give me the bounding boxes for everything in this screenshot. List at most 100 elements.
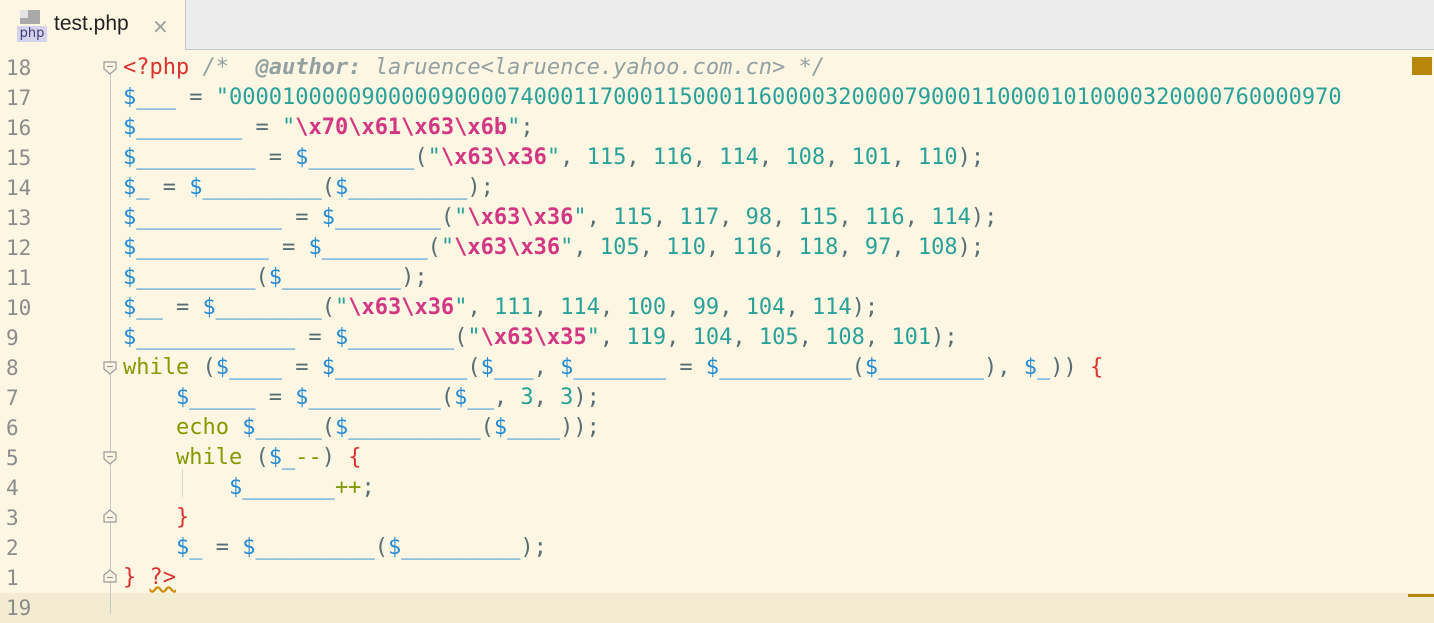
code-text[interactable]: $_________ = $________("\x63\x36", 115, … (123, 143, 984, 173)
code-line[interactable]: 13 $___________ = $________("\x63\x36", 1… (0, 203, 1434, 233)
code-line[interactable]: 14 $_ = $_________($_________); (0, 173, 1434, 203)
code-token: ( (321, 175, 335, 200)
code-token: " (507, 115, 521, 140)
code-token: " (467, 325, 481, 350)
tab-test-php[interactable]: php test.php × (0, 0, 186, 50)
fold-open-icon[interactable] (102, 60, 118, 76)
code-token: $__ (123, 295, 163, 320)
code-line[interactable]: 15 $_________ = $________("\x63\x36", 115… (0, 143, 1434, 173)
code-token: 108 (917, 235, 958, 260)
code-token: @author: (242, 55, 362, 80)
code-token: " (440, 235, 455, 260)
code-line[interactable]: 18 <?php /* @author: laruence<laruence.ya… (0, 53, 1434, 83)
code-token: " (427, 145, 441, 170)
fold-close-icon[interactable] (102, 568, 118, 584)
code-token: ); (957, 145, 985, 170)
code-token: $_________ (268, 265, 402, 290)
code-token: $_________ (242, 535, 375, 560)
code-line[interactable]: 10 $__ = $________("\x63\x36", 111, 114, … (0, 293, 1434, 323)
code-token: $___ (123, 85, 176, 110)
line-number: 14 (6, 176, 32, 200)
code-line[interactable]: 11 $_________($_________); (0, 263, 1434, 293)
code-token: = (268, 235, 309, 260)
code-token: $_____ (242, 415, 322, 440)
code-token: \x63\x36 (348, 295, 455, 320)
code-line[interactable]: 9 $____________ = $________("\x63\x35", 1… (0, 323, 1434, 353)
line-number: 12 (6, 236, 32, 260)
code-token: $__ (454, 385, 494, 410)
line-number: 19 (6, 596, 32, 620)
code-line[interactable]: 4 $_______++; (0, 473, 1434, 503)
code-token: , (785, 295, 812, 320)
code-line[interactable]: 16 $________ = "\x70\x61\x63\x6b"; (0, 113, 1434, 143)
code-line[interactable]: 12 $__________ = $________("\x63\x36", 10… (0, 233, 1434, 263)
code-line[interactable]: 8 while ($____ = $__________($___, $_____… (0, 353, 1434, 383)
code-token: 98 (745, 205, 773, 230)
code-token: )); (560, 415, 600, 440)
code-text[interactable]: $____________ = $________("\x63\x35", 11… (123, 323, 958, 353)
code-line[interactable]: 19 (0, 593, 1434, 623)
code-token: ( (454, 325, 468, 350)
code-token: , (772, 235, 799, 260)
code-token: 108 (825, 325, 865, 350)
code-line[interactable]: 6 echo $_____($__________($____)); (0, 413, 1434, 443)
code-text[interactable]: while ($____ = $__________($___, $______… (123, 353, 1103, 383)
code-token: 111 (493, 295, 534, 320)
code-token: ( (321, 295, 335, 320)
code-editor[interactable]: 18 <?php /* @author: laruence<laruence.ya… (0, 50, 1434, 623)
code-token: 105 (758, 325, 799, 350)
fold-close-icon[interactable] (102, 508, 118, 524)
code-text[interactable]: echo $_____($__________($____)); (123, 413, 600, 443)
code-token: " (281, 115, 296, 140)
line-number: 4 (6, 476, 19, 500)
code-text[interactable]: $_________($_________); (123, 263, 428, 293)
close-tab-icon[interactable]: × (152, 14, 169, 38)
code-text[interactable]: $_______++; (123, 473, 375, 503)
code-token: , (467, 295, 494, 320)
code-token: = (162, 295, 203, 320)
code-token: ); (931, 325, 958, 350)
code-text[interactable]: $_____ = $__________($__, 3, 3); (123, 383, 600, 413)
code-token: laruence<laruence.yahoo.com.cn> */ (361, 55, 826, 80)
code-token: ( (467, 355, 481, 380)
code-token: 108 (785, 145, 826, 170)
code-text[interactable]: <?php /* @author: laruence<laruence.yaho… (123, 53, 825, 83)
code-text[interactable]: $_ = $_________($_________); (123, 533, 547, 563)
code-token: 110 (917, 145, 958, 170)
code-token: = (255, 385, 296, 410)
code-token: , (666, 295, 693, 320)
code-line[interactable]: 5 while ($_--) { (0, 443, 1434, 473)
code-token: $__________ (123, 235, 269, 260)
code-text[interactable]: } ?> (123, 563, 176, 593)
code-line[interactable]: 17 $___ = "000010000090000090000740001170… (0, 83, 1434, 113)
code-text[interactable]: $___ = "00001000009000009000074000117000… (123, 83, 1342, 113)
code-token: while (175, 445, 243, 470)
code-token: 110 (666, 235, 706, 260)
code-token: ( (414, 145, 428, 170)
code-token: $_________ (123, 265, 256, 290)
code-token: $_______ (228, 475, 335, 500)
code-text[interactable]: $_ = $_________($_________); (123, 173, 494, 203)
code-text[interactable]: $__ = $________("\x63\x36", 111, 114, 10… (123, 293, 878, 323)
code-token: 100 (626, 295, 667, 320)
code-text[interactable]: } (123, 503, 189, 533)
fold-open-icon[interactable] (102, 360, 118, 376)
fold-open-icon[interactable] (102, 450, 118, 466)
code-token: , (838, 235, 865, 260)
code-text[interactable]: $__________ = $________("\x63\x36", 105,… (123, 233, 984, 263)
code-text[interactable]: while ($_--) { (123, 443, 361, 473)
code-text[interactable]: $___________ = $________("\x63\x36", 115… (123, 203, 997, 233)
code-token: , (864, 325, 892, 350)
code-token: , (533, 355, 561, 380)
code-token: = (202, 535, 243, 560)
code-text[interactable]: $________ = "\x70\x61\x63\x6b"; (123, 113, 534, 143)
inspection-status-icon[interactable] (1412, 57, 1432, 75)
code-line[interactable]: 2 $_ = $_________($_________); (0, 533, 1434, 563)
code-line[interactable]: 1} ?> (0, 563, 1434, 593)
line-number: 3 (6, 506, 19, 530)
code-line[interactable]: 3 } (0, 503, 1434, 533)
code-line[interactable]: 7 $_____ = $__________($__, 3, 3); (0, 383, 1434, 413)
line-number: 7 (6, 386, 19, 410)
